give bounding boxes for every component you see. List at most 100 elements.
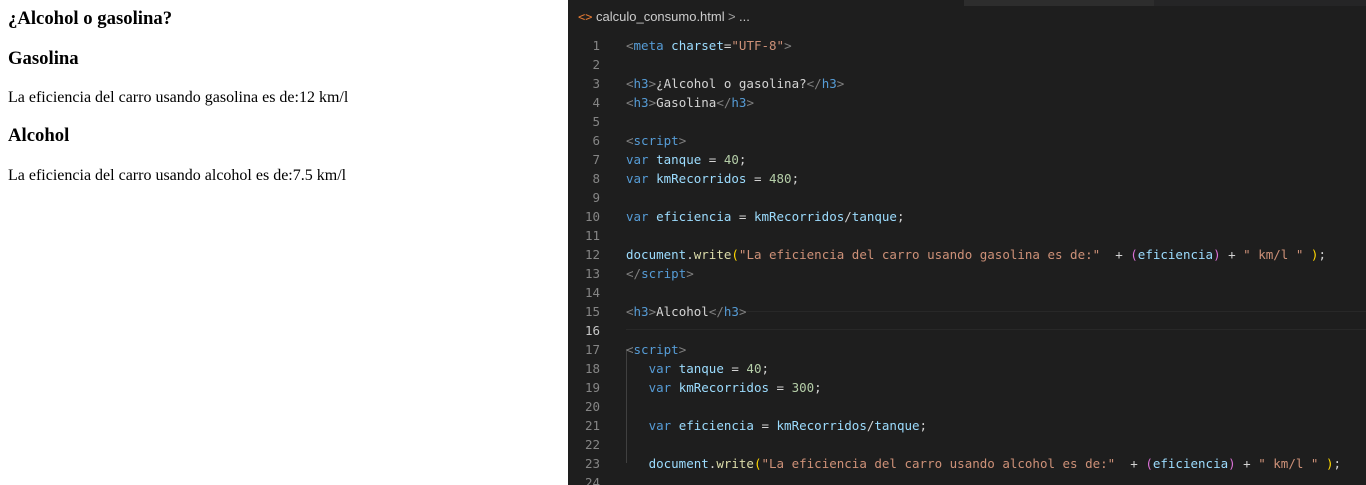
- line-number[interactable]: 1: [568, 36, 600, 55]
- code-token: var: [648, 361, 672, 376]
- code-token: +: [1235, 456, 1259, 471]
- line-number[interactable]: 4: [568, 93, 600, 112]
- code-token: </: [716, 95, 732, 110]
- code-line[interactable]: document.write("La eficiencia del carro …: [626, 454, 1341, 473]
- line-number[interactable]: 10: [568, 207, 600, 226]
- code-token: kmRecorridos: [678, 380, 769, 395]
- line-number[interactable]: 23: [568, 454, 600, 473]
- line-number[interactable]: 9: [568, 188, 600, 207]
- code-token: =: [701, 152, 724, 167]
- line-number[interactable]: 7: [568, 150, 600, 169]
- code-editor[interactable]: <> calculo_consumo.html > ... 1234567891…: [568, 0, 1366, 485]
- code-token: +: [1220, 247, 1244, 262]
- code-token: <: [626, 304, 634, 319]
- line-number[interactable]: 14: [568, 283, 600, 302]
- code-line[interactable]: var tanque = 40;: [626, 359, 769, 378]
- code-token: kmRecorridos: [753, 209, 845, 224]
- code-token: >: [648, 95, 657, 110]
- code-token: script: [641, 266, 687, 281]
- code-token: >: [746, 95, 754, 110]
- code-line[interactable]: <script>: [626, 131, 686, 150]
- code-token: charset: [671, 38, 724, 53]
- code-token: ;: [738, 152, 747, 167]
- line-number[interactable]: 3: [568, 74, 600, 93]
- line-number[interactable]: 19: [568, 378, 600, 397]
- code-token: h3: [731, 95, 747, 110]
- code-token: write: [693, 247, 732, 262]
- code-token: (: [1145, 456, 1153, 471]
- code-token: </: [806, 76, 822, 91]
- code-token: ): [1213, 247, 1221, 262]
- code-token: </: [626, 266, 642, 281]
- line-number[interactable]: 5: [568, 112, 600, 131]
- line-number[interactable]: 13: [568, 264, 600, 283]
- code-line[interactable]: var eficiencia = kmRecorridos/tanque;: [626, 416, 927, 435]
- code-token: /: [844, 209, 852, 224]
- line-number[interactable]: 24: [568, 473, 600, 485]
- code-line[interactable]: <script>: [626, 340, 686, 359]
- line-number[interactable]: 17: [568, 340, 600, 359]
- code-line[interactable]: <meta charset="UTF-8">: [626, 36, 792, 55]
- code-token: >: [648, 304, 657, 319]
- code-token: var: [626, 171, 649, 186]
- code-token: >: [648, 76, 657, 91]
- line-number[interactable]: 11: [568, 226, 600, 245]
- line-number[interactable]: 20: [568, 397, 600, 416]
- browser-viewport: ¿Alcohol o gasolina? Gasolina La eficien…: [0, 0, 568, 485]
- line-number[interactable]: 12: [568, 245, 600, 264]
- code-token: "UTF-8": [731, 38, 785, 53]
- code-token: =: [731, 209, 754, 224]
- code-token: ): [1325, 456, 1334, 471]
- line-number[interactable]: 18: [568, 359, 600, 378]
- heading-title: ¿Alcohol o gasolina?: [8, 8, 173, 29]
- code-token: ¿Alcohol o gasolina?: [656, 76, 807, 91]
- line-number[interactable]: 21: [568, 416, 600, 435]
- line-number[interactable]: 22: [568, 435, 600, 454]
- code-token: =: [769, 380, 792, 395]
- line-number[interactable]: 8: [568, 169, 600, 188]
- line-number[interactable]: 2: [568, 55, 600, 74]
- code-token: +: [1100, 247, 1131, 262]
- code-token: 480: [769, 171, 792, 186]
- code-token: >: [836, 76, 845, 91]
- code-line[interactable]: var eficiencia = kmRecorridos/tanque;: [626, 207, 904, 226]
- breadcrumb-more[interactable]: ...: [739, 6, 750, 28]
- code-token: ;: [896, 209, 905, 224]
- code-token: eficiencia: [1137, 247, 1214, 262]
- code-token: >: [678, 133, 687, 148]
- line-number[interactable]: 15: [568, 302, 600, 321]
- code-line[interactable]: document.write("La eficiencia del carro …: [626, 245, 1326, 264]
- code-line[interactable]: <h3>¿Alcohol o gasolina?</h3>: [626, 74, 844, 93]
- line-number[interactable]: 6: [568, 131, 600, 150]
- code-token: eficiencia: [656, 209, 732, 224]
- heading-gasolina: Gasolina: [8, 48, 79, 69]
- code-token: 40: [723, 152, 739, 167]
- html-file-icon: <>: [578, 10, 593, 24]
- breadcrumb-filename[interactable]: calculo_consumo.html: [596, 6, 725, 28]
- code-token: meta: [633, 38, 664, 53]
- code-line[interactable]: var tanque = 40;: [626, 150, 746, 169]
- code-token: document: [648, 456, 709, 471]
- code-line[interactable]: </script>: [626, 264, 694, 283]
- code-token: var: [648, 380, 672, 395]
- code-token: h3: [633, 304, 649, 319]
- code-token: h3: [633, 76, 649, 91]
- code-line[interactable]: var kmRecorridos = 300;: [626, 378, 822, 397]
- code-token: <: [626, 95, 634, 110]
- code-line[interactable]: <h3>Gasolina</h3>: [626, 93, 754, 112]
- code-token: (: [753, 456, 762, 471]
- code-token: tanque: [656, 152, 702, 167]
- code-line[interactable]: var kmRecorridos = 480;: [626, 169, 799, 188]
- code-token: "La eficiencia del carro usando alcohol …: [761, 456, 1116, 471]
- code-token: =: [746, 171, 769, 186]
- line-number[interactable]: 16: [568, 321, 600, 340]
- code-line[interactable]: <h3>Alcohol</h3>: [626, 302, 746, 321]
- code-token: ;: [1318, 247, 1326, 262]
